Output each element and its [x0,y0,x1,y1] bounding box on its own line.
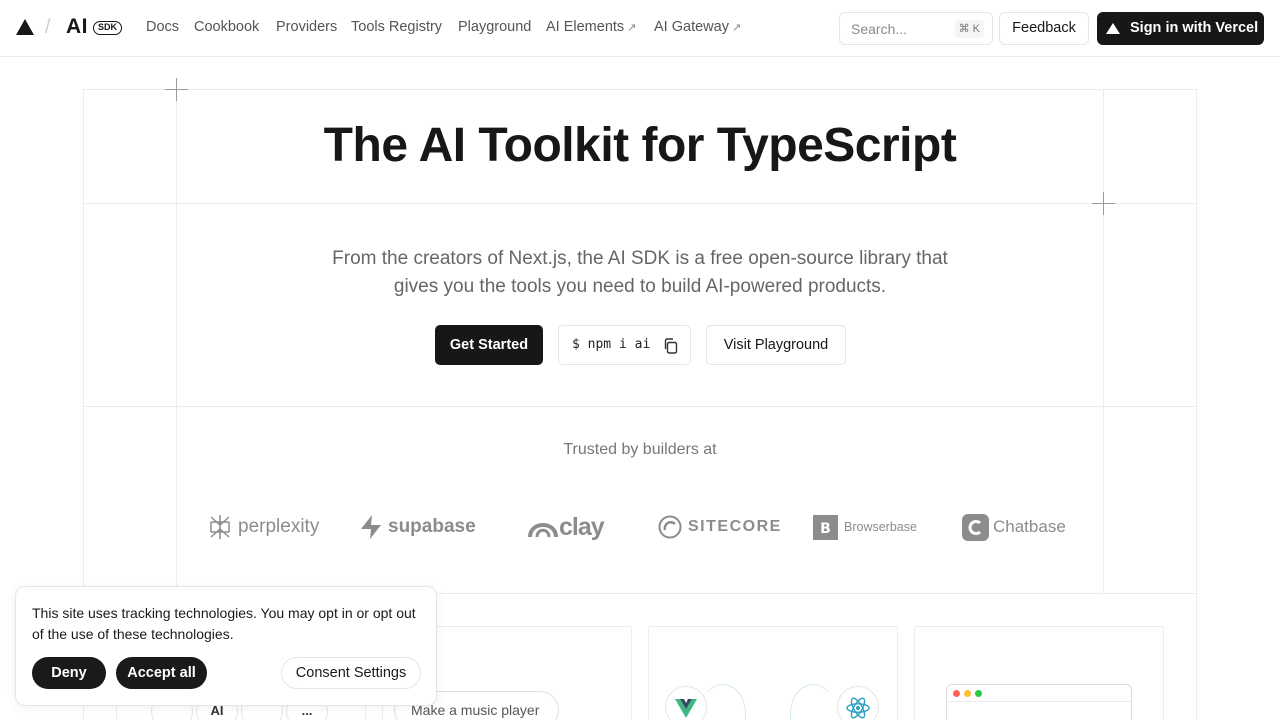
window-minimize-dot [964,690,971,697]
react-logo-circle [837,686,879,720]
trusted-by-heading: Trusted by builders at [563,441,717,458]
nav-link-cookbook[interactable]: Cookbook [194,19,259,35]
npm-command-text: $ npm i ai [572,337,651,352]
browserbase-logo: B Browserbase [813,511,917,543]
logo-wordmark: Chatbase [993,517,1066,536]
search-box[interactable]: ⌘ K [839,12,993,45]
ai-sdk-logo[interactable]: AI [66,15,88,39]
nav-link-ai-elements[interactable]: AI Elements ↗ [546,19,636,35]
window-maximize-dot [975,690,982,697]
nav-link-label: AI Elements [546,19,625,35]
supabase-bolt-icon [361,515,381,539]
logo-wordmark: Browserbase [844,520,917,534]
feedback-button[interactable]: Feedback [999,12,1089,45]
deny-button[interactable]: Deny [32,657,106,689]
vercel-triangle-icon [1106,23,1120,34]
vue-logo-circle [665,686,707,720]
keyboard-shortcut-hint: ⌘ K [954,20,984,38]
consent-settings-button[interactable]: Consent Settings [281,657,421,689]
nav-link-tools-registry[interactable]: Tools Registry [351,19,442,35]
vue-icon [675,699,697,718]
svg-text:B: B [820,521,831,537]
external-link-icon: ↗ [731,22,742,34]
logo-wordmark: clay [559,512,605,541]
get-started-button[interactable]: Get Started [435,325,543,365]
sign-in-with-vercel-button[interactable]: Sign in with Vercel [1097,12,1264,45]
grid-line [83,406,1197,407]
react-icon [846,697,870,719]
perplexity-logo: perplexity [208,511,319,543]
window-close-dot [953,690,960,697]
top-navigation-bar: / AI SDK Docs Cookbook Providers Tools R… [0,0,1280,57]
browser-window-preview [946,684,1132,720]
chatbase-logo: Chatbase [962,511,1066,543]
grid-line [83,89,1197,90]
supabase-logo: supabase [360,511,476,543]
visit-playground-button[interactable]: Visit Playground [706,325,846,365]
copy-icon[interactable] [663,338,678,354]
logo-wordmark: SITECORE [688,518,782,535]
perplexity-logo-icon [210,515,230,539]
npm-install-command[interactable]: $ npm i ai [558,325,691,365]
vercel-triangle-icon[interactable] [16,19,34,35]
breadcrumb-separator: / [45,16,51,38]
nav-link-playground[interactable]: Playground [458,19,531,35]
accept-all-button[interactable]: Accept all [116,657,207,689]
nav-link-providers[interactable]: Providers [276,19,337,35]
sitecore-logo-icon [658,515,682,539]
browserbase-b-icon: B [813,514,838,540]
hero-subtitle: From the creators of Next.js, the AI SDK… [332,248,948,297]
external-link-icon: ↗ [627,22,637,34]
nav-link-ai-gateway[interactable]: AI Gateway ↗ [654,19,741,35]
crosshair-decoration [1092,192,1115,215]
logo-wordmark: supabase [388,516,476,537]
clay-logo-icon [528,523,558,538]
clay-logo: clay [528,511,605,543]
grid-line [83,203,1197,204]
sdk-badge: SDK [93,21,123,35]
nav-link-docs[interactable]: Docs [146,19,179,35]
sitecore-logo: SITECORE [658,511,782,543]
crosshair-decoration [165,78,188,101]
search-input[interactable] [851,20,951,38]
chatbase-c-icon [962,513,989,541]
cookie-consent-banner: This site uses tracking technologies. Yo… [15,586,437,706]
nav-link-label: AI Gateway [654,19,729,35]
cookie-message: This site uses tracking technologies. Yo… [32,605,416,642]
browser-title-bar-divider [947,701,1131,702]
sign-in-label: Sign in with Vercel [1130,20,1259,36]
grid-line [1196,89,1197,720]
logo-wordmark: perplexity [238,516,320,537]
hero-title: The AI Toolkit for TypeScript [323,119,957,172]
